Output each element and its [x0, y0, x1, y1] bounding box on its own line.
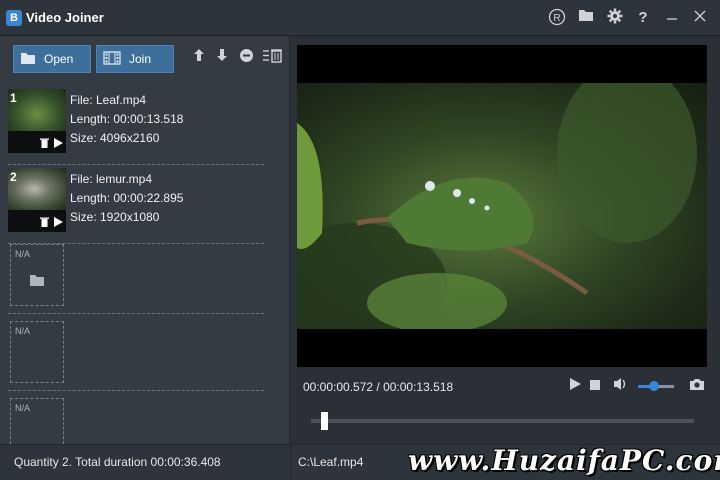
time-display: 00:00:00.572 / 00:00:13.518 [303, 380, 454, 394]
play-icon[interactable] [54, 217, 63, 230]
remove-icon[interactable] [236, 48, 256, 68]
file-size: Size: 4096x2160 [70, 131, 160, 145]
empty-slot-label: N/A [15, 249, 31, 259]
join-button[interactable]: Join [96, 45, 174, 73]
list-item[interactable]: 1 File: Leaf.mp4 Length: 00:00:13.518 Si… [0, 85, 290, 165]
seek-bar[interactable] [311, 412, 694, 430]
file-info: File: lemur.mp4 Length: 00:00:22.895 Siz… [70, 170, 183, 227]
window-title: Video Joiner [26, 10, 104, 25]
video-preview[interactable] [297, 45, 707, 367]
file-name: File: Leaf.mp4 [70, 93, 147, 107]
status-summary: Quantity 2. Total duration 00:00:36.408 [14, 455, 221, 469]
current-file-path: C:\Leaf.mp4 [298, 455, 364, 469]
film-icon [103, 50, 121, 68]
open-button-label: Open [44, 52, 74, 66]
help-icon[interactable]: ? [633, 8, 653, 28]
clear-list-icon[interactable] [261, 48, 285, 68]
svg-text:R: R [553, 13, 560, 24]
volume-slider[interactable] [638, 381, 674, 391]
status-separator [290, 445, 291, 480]
minimize-icon[interactable] [662, 8, 682, 28]
divider [8, 390, 264, 391]
volume-knob[interactable] [649, 381, 660, 391]
file-list-panel: Open Join 1 File: Leaf.mp4 Length: 00:00… [0, 36, 290, 444]
item-index: 1 [10, 91, 17, 105]
move-up-icon[interactable] [189, 48, 209, 68]
move-down-icon[interactable] [212, 48, 232, 68]
watermark: www.HuzaifaPC.com [408, 444, 720, 477]
join-button-label: Join [129, 52, 152, 66]
video-frame [297, 83, 707, 329]
delete-icon[interactable] [40, 138, 49, 151]
divider [8, 313, 264, 314]
empty-slot[interactable]: N/A [10, 244, 64, 306]
folder-icon [20, 51, 36, 68]
stop-icon[interactable] [586, 377, 604, 395]
app-logo-icon: B [6, 10, 22, 26]
open-button[interactable]: Open [13, 45, 91, 73]
volume-icon[interactable] [612, 377, 630, 395]
gear-icon[interactable] [605, 8, 625, 28]
list-item[interactable]: 2 File: lemur.mp4 Length: 00:00:22.895 S… [0, 164, 290, 244]
camera-icon[interactable] [688, 377, 706, 395]
play-icon[interactable] [566, 377, 584, 395]
close-icon[interactable] [690, 8, 710, 28]
file-info: File: Leaf.mp4 Length: 00:00:13.518 Size… [70, 91, 183, 148]
file-size: Size: 1920x1080 [70, 210, 160, 224]
folder-icon [29, 273, 45, 292]
seek-knob[interactable] [321, 412, 328, 430]
empty-slot-label: N/A [15, 403, 31, 413]
title-bar: B Video Joiner R ? [0, 0, 720, 36]
empty-slot[interactable]: N/A [10, 321, 64, 383]
file-name: File: lemur.mp4 [70, 172, 153, 186]
delete-icon[interactable] [40, 217, 49, 230]
registered-icon[interactable]: R [547, 8, 567, 28]
folder-icon[interactable] [576, 8, 596, 28]
file-length: Length: 00:00:13.518 [70, 112, 184, 126]
empty-slot-label: N/A [15, 326, 31, 336]
empty-slot[interactable]: N/A [10, 398, 64, 444]
item-index: 2 [10, 170, 17, 184]
file-length: Length: 00:00:22.895 [70, 191, 184, 205]
play-icon[interactable] [54, 138, 63, 151]
